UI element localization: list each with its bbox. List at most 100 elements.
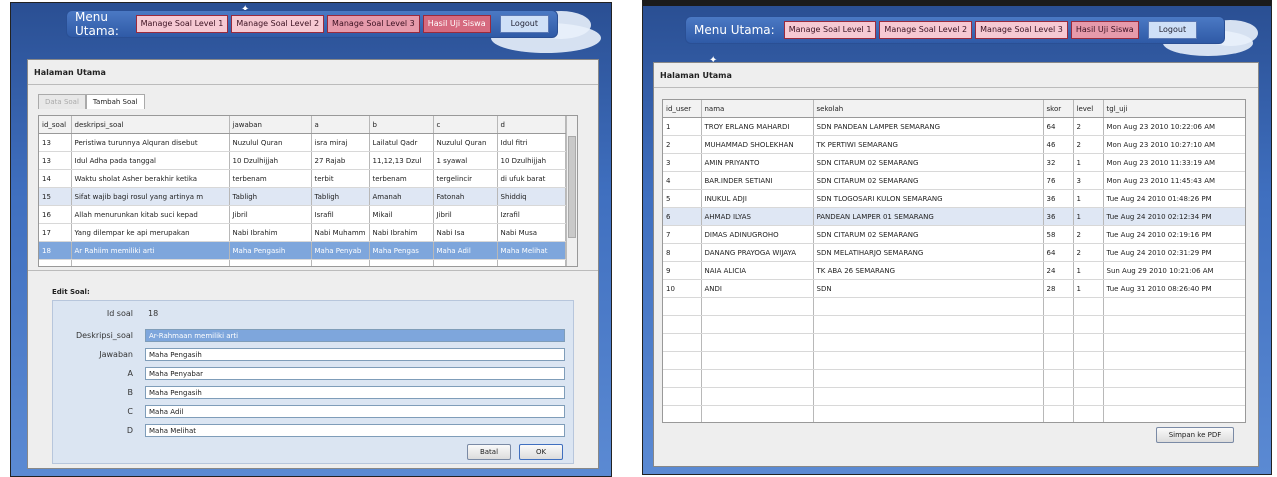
left-window: ✦ ✦ Menu Utama: Manage Soal Level 1 Mana… [10,2,612,477]
table-cell: 2 [1073,243,1104,262]
table-row[interactable]: 15 Sifat wajib bagi rosul yang artinya mT… [39,187,566,206]
table-cell: 16 [39,205,72,224]
menu-manage-level-2[interactable]: Manage Soal Level 2 [879,21,973,39]
table-row[interactable]: 5 INUKUL ADJI SDN TLOGOSARI KULON SEMARANG… [663,189,1245,208]
table-row[interactable]: 13 Peristiwa turunnya Alquran disebut Nuzu… [39,133,566,152]
empty-cell [1043,387,1074,406]
empty-cell [1043,405,1074,422]
menu-hasil-uji-siswa[interactable]: Hasil Uji Siswa [422,15,491,33]
table-row[interactable]: 1 TROY ERLANG MAHARDI SDN PANDEAN LAMPER S… [663,117,1245,136]
form-field-label: D [126,426,133,435]
table-row[interactable]: 8 DANANG PRAYOGA WIJAYA SDN MELATIHARJO SE… [663,243,1245,262]
empty-cell [1103,369,1245,388]
empty-cell [663,387,702,406]
empty-row [663,369,1245,388]
form-field-input[interactable]: Maha Melihat [145,424,565,437]
edit-section-title: Edit Soal: [52,288,90,296]
logout-button[interactable]: Logout [499,15,549,33]
ok-button[interactable]: OK [519,444,563,460]
column-header[interactable]: d [497,116,566,134]
menu-manage-level-1[interactable]: Manage Soal Level 1 [783,21,877,39]
empty-cell [229,259,312,266]
menu-manage-level-2[interactable]: Manage Soal Level 2 [231,15,325,33]
empty-cell [813,405,1044,422]
empty-row [39,259,566,266]
empty-cell [497,259,566,266]
table-cell: 1 [1073,153,1104,172]
menu-manage-level-3[interactable]: Manage Soal Level 3 [327,15,420,33]
table-cell: SDN CITARUM 02 SEMARANG [813,225,1044,244]
table-cell: di ufuk barat [497,169,566,188]
table-row[interactable]: 4 BAR.INDER SETIANI SDN CITARUM 02 SEMARAN… [663,171,1245,190]
table-row[interactable]: 10 ANDI SDN 28 1 Tue Aug 31 2010 08:26:40 PM [663,279,1245,298]
tab-data-soal[interactable]: Data Soal [38,94,86,109]
column-header[interactable]: level [1073,100,1104,118]
table-cell: 28 [1043,279,1074,298]
table-row[interactable]: 2 MUHAMMAD SHOLEKHAN TK PERTIWI SEMARANG 46… [663,135,1245,154]
table-cell: terbit [311,169,370,188]
table-cell: 3 [1073,171,1104,190]
logout-button[interactable]: Logout [1147,21,1198,39]
tab-bar: Data Soal Tambah Soal [38,94,145,109]
empty-cell [663,333,702,352]
form-field-input[interactable]: Maha Pengasih [145,386,565,399]
menu-hasil-uji-siswa[interactable]: Hasil Uji Siswa [1070,21,1139,39]
column-header[interactable]: a [311,116,370,134]
tab-tambah-soal[interactable]: Tambah Soal [85,94,145,109]
column-header[interactable]: nama [701,100,814,118]
main-panel: Halaman Utama id_user nama sekolah skor leve… [653,62,1259,467]
table-scrollbar[interactable] [566,116,577,266]
form-field-label: C [127,407,133,416]
batal-button[interactable]: Batal [467,444,511,460]
table-cell: Tue Aug 24 2010 01:48:26 PM [1103,189,1245,208]
table-cell: AHMAD ILYAS [701,207,814,226]
table-row[interactable]: 17 Yang dilempar ke api merupakan Nabi Ibr… [39,223,566,242]
table-row[interactable]: 13 Idul Adha pada tanggal 10 Dzulhijjah 27 … [39,151,566,170]
table-cell: 13 [39,133,72,152]
form-field-input[interactable]: Ar-Rahmaan memiliki arti [145,329,565,342]
table-row[interactable]: 14 Waktu sholat Asher berakhir ketika terb… [39,169,566,188]
column-header[interactable]: b [369,116,434,134]
column-header[interactable]: jawaban [229,116,312,134]
column-header[interactable]: tgl_uji [1103,100,1245,118]
table-cell: 6 [663,207,702,226]
table-row[interactable]: 16 Allah menurunkan kitab suci kepad Jibri… [39,205,566,224]
table-cell: Nuzulul Quran [433,133,498,152]
table-cell: 1 [1073,189,1104,208]
table-cell: 10 Dzulhijjah [497,151,566,170]
table-cell: NAIA ALICIA [701,261,814,280]
empty-cell [71,259,230,266]
table-cell: BAR.INDER SETIANI [701,171,814,190]
empty-cell [813,297,1044,316]
table-row[interactable]: 18 Ar Rahiim memiliki arti Maha Pengasih Ma… [39,241,566,260]
menu-manage-level-3[interactable]: Manage Soal Level 3 [975,21,1068,39]
form-field-input[interactable]: Maha Pengasih [145,348,565,361]
column-header[interactable]: deskripsi_soal [71,116,230,134]
form-field-input[interactable]: Maha Adil [145,405,565,418]
menu-manage-level-1[interactable]: Manage Soal Level 1 [135,15,229,33]
table-row[interactable]: 9 NAIA ALICIA TK ABA 26 SEMARANG 24 1 Sun Aug… [663,261,1245,280]
scrollbar-thumb[interactable] [568,136,576,238]
column-header[interactable]: id_soal [39,116,72,134]
table-cell: MUHAMMAD SHOLEKHAN [701,135,814,154]
column-header[interactable]: sekolah [813,100,1044,118]
table-row[interactable]: 7 DIMAS ADINUGROHO SDN CITARUM 02 SEMARANG… [663,225,1245,244]
table-row[interactable]: 3 AMIN PRIYANTO SDN CITARUM 02 SEMARANG 32 1… [663,153,1245,172]
table-cell: 1 syawal [433,151,498,170]
empty-cell [701,351,814,370]
save-pdf-button[interactable]: Simpan ke PDF [1156,427,1234,443]
column-header[interactable]: id_user [663,100,702,118]
table-cell: 32 [1043,153,1074,172]
table-cell: 11,12,13 Dzul [369,151,434,170]
column-header[interactable]: c [433,116,498,134]
form-field-input[interactable]: Maha Penyabar [145,367,565,380]
table-cell: 58 [1043,225,1074,244]
table-cell: 36 [1043,207,1074,226]
table-cell: 36 [1043,189,1074,208]
table-cell: Allah menurunkan kitab suci kepad [71,205,230,224]
empty-cell [1043,297,1074,316]
table-row[interactable]: 6 AHMAD ILYAS PANDEAN LAMPER 01 SEMARANG 36… [663,207,1245,226]
empty-cell [663,351,702,370]
column-header[interactable]: skor [1043,100,1074,118]
table-cell: Tue Aug 24 2010 02:19:16 PM [1103,225,1245,244]
